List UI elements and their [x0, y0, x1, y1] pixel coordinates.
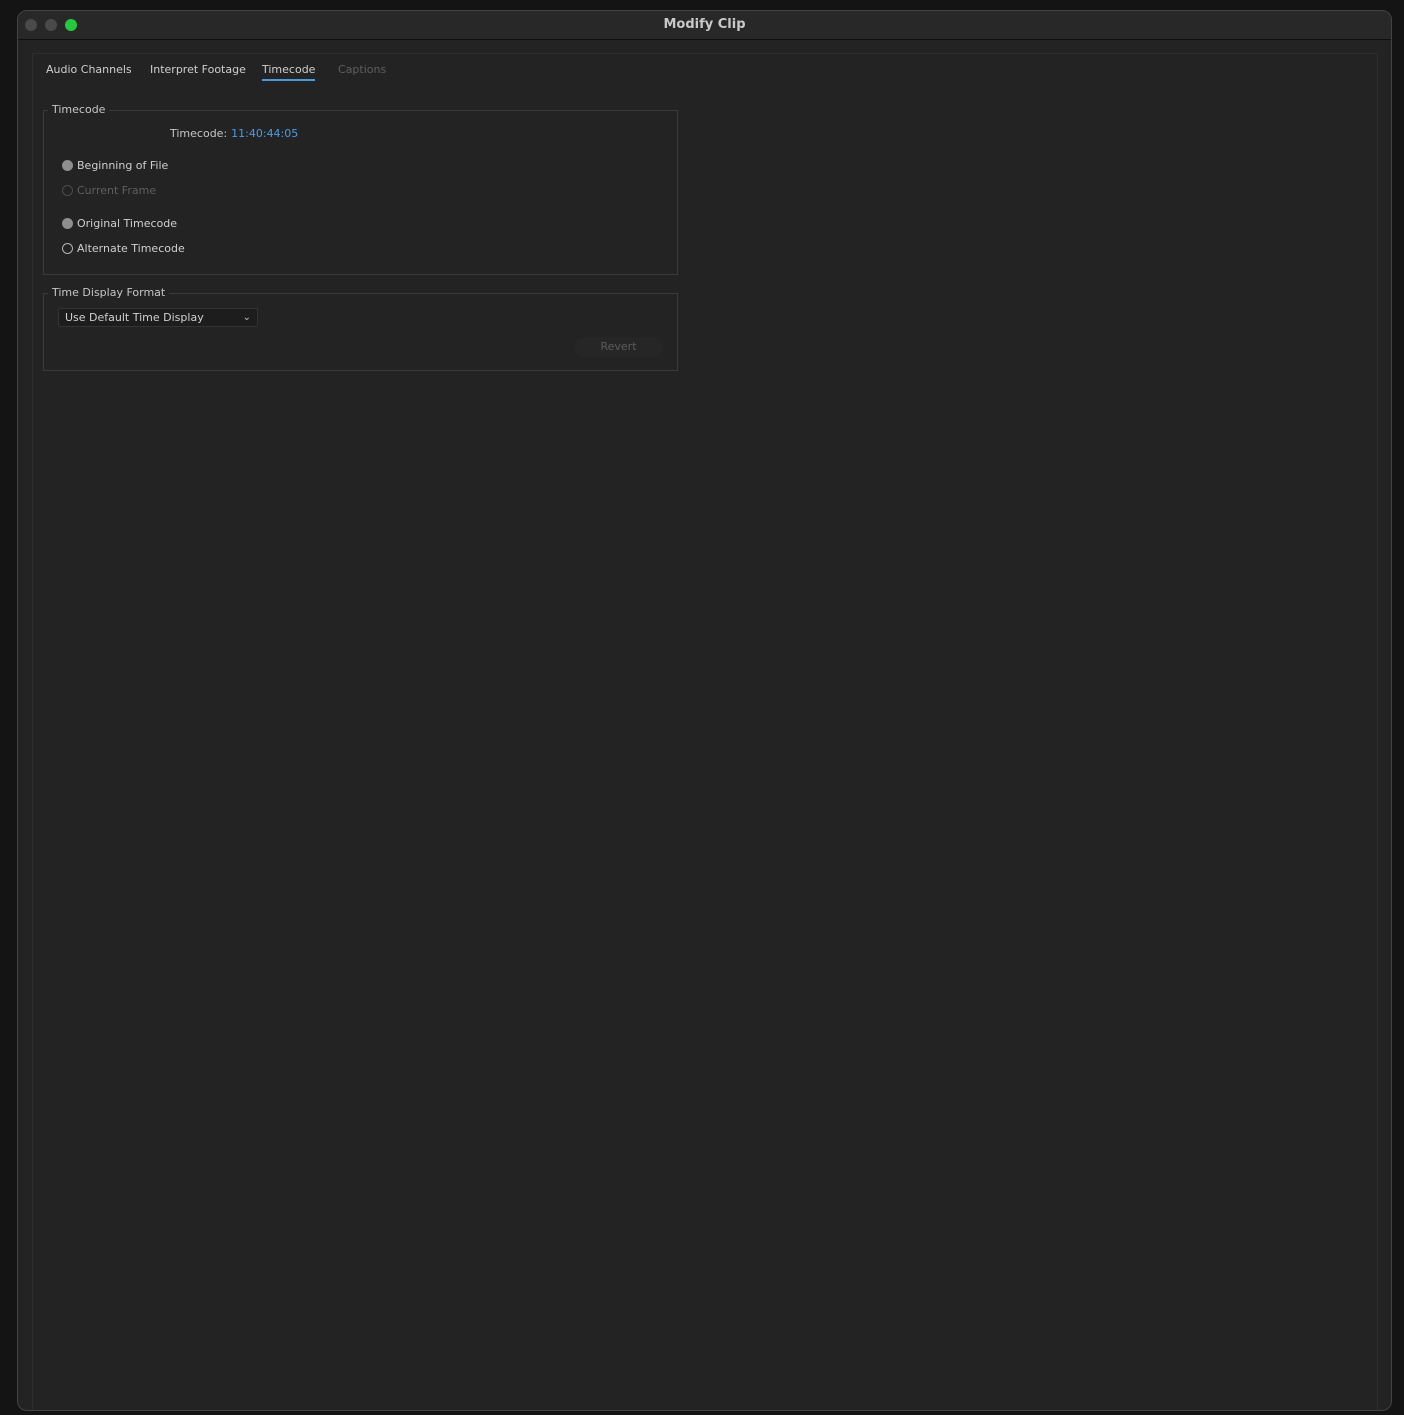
radio-label: Alternate Timecode [77, 242, 185, 255]
title-bar: Modify Clip [18, 11, 1391, 40]
radio-unselected-icon [62, 185, 73, 196]
window-title: Modify Clip [663, 17, 746, 32]
time-display-select-value: Use Default Time Display [65, 311, 204, 324]
revert-button: Revert [574, 337, 663, 357]
radio-selected-icon [62, 218, 73, 229]
radio-label: Current Frame [77, 184, 157, 197]
time-display-select[interactable]: Use Default Time Display ⌄ [58, 308, 258, 327]
time-display-format-group: Time Display Format Use Default Time Dis… [43, 286, 678, 371]
timecode-value[interactable]: 11:40:44:05 [231, 127, 298, 140]
timecode-label: Timecode: [170, 127, 228, 140]
dialog-content: Audio Channels Interpret Footage Timecod… [32, 53, 1378, 1410]
time-display-format-legend: Time Display Format [48, 286, 170, 299]
radio-label: Beginning of File [77, 159, 169, 172]
chevron-down-icon: ⌄ [242, 312, 251, 323]
radio-alternate-timecode[interactable]: Alternate Timecode [62, 242, 185, 255]
radio-label: Original Timecode [77, 217, 177, 230]
timecode-group-legend: Timecode [48, 103, 110, 116]
timecode-row: Timecode: 11:40:44:05 [170, 127, 298, 140]
tab-timecode[interactable]: Timecode [262, 63, 316, 81]
radio-unselected-icon [62, 243, 73, 254]
timecode-group: Timecode Timecode: 11:40:44:05 Beginning … [43, 103, 678, 275]
radio-current-frame: Current Frame [62, 184, 156, 197]
tab-interpret-footage[interactable]: Interpret Footage [150, 63, 246, 79]
tab-audio-channels[interactable]: Audio Channels [46, 63, 132, 79]
modify-clip-window: Modify Clip Audio Channels Interpret Foo… [17, 10, 1392, 1411]
radio-beginning-of-file[interactable]: Beginning of File [62, 159, 168, 172]
radio-original-timecode[interactable]: Original Timecode [62, 217, 177, 230]
radio-selected-icon [62, 160, 73, 171]
tab-captions: Captions [338, 63, 387, 76]
